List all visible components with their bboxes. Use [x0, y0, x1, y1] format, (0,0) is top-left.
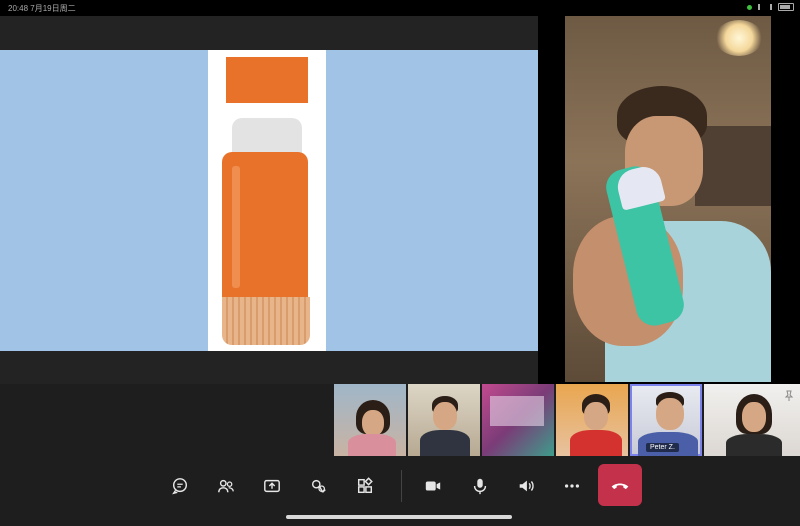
- background-shelf: [695, 126, 771, 206]
- people-button[interactable]: [214, 474, 238, 498]
- hang-up-button[interactable]: [598, 464, 642, 506]
- glue-stick-cap: [226, 57, 308, 103]
- participant-tile[interactable]: [482, 384, 554, 456]
- camera-icon: [425, 481, 441, 491]
- home-indicator: [286, 515, 512, 519]
- controls-divider: [401, 470, 402, 502]
- wifi-icon: [758, 4, 772, 10]
- participant-background: [490, 396, 544, 426]
- participant-shirt: [348, 434, 396, 456]
- camera-button[interactable]: [421, 474, 445, 498]
- ceiling-lamp: [715, 20, 763, 56]
- raise-hand-button[interactable]: [307, 474, 331, 498]
- share-icon: [264, 479, 280, 493]
- participant-name-label: Peter Z.: [646, 443, 679, 452]
- participant-tile[interactable]: [408, 384, 480, 456]
- people-icon: [218, 479, 234, 493]
- stage-top-bar: [0, 16, 538, 50]
- battery-icon: [778, 3, 794, 11]
- presenter-video[interactable]: [565, 16, 771, 382]
- more-icon: [564, 484, 580, 488]
- glue-stick-body: [222, 152, 308, 300]
- hang-up-icon: [611, 483, 629, 490]
- recording-dot-icon: [747, 4, 752, 10]
- microphone-icon: [473, 478, 487, 495]
- pin-icon[interactable]: [784, 390, 794, 402]
- apps-icon: [357, 477, 373, 494]
- raise-hand-icon: [311, 479, 326, 493]
- participant-tile[interactable]: [334, 384, 406, 456]
- participant-face: [656, 398, 684, 430]
- participant-shirt: [570, 430, 622, 456]
- speaker-button[interactable]: [514, 474, 538, 498]
- participant-shirt: [726, 434, 782, 456]
- apps-button[interactable]: [353, 474, 377, 498]
- participant-shirt: [420, 430, 470, 456]
- status-time: 20:48 7月19日周二: [8, 3, 76, 14]
- status-icons: [747, 3, 794, 11]
- chat-icon: [172, 478, 188, 495]
- time-text: 20:48: [8, 4, 29, 13]
- participant-face: [742, 402, 766, 432]
- glue-stick-base: [222, 297, 310, 345]
- microphone-button[interactable]: [468, 474, 492, 498]
- participant-face: [433, 402, 457, 430]
- more-options-button[interactable]: [560, 474, 584, 498]
- participant-tile[interactable]: [556, 384, 628, 456]
- share-screen-button[interactable]: [260, 474, 284, 498]
- participant-face: [584, 402, 608, 430]
- shared-screen[interactable]: [0, 50, 538, 351]
- chat-button[interactable]: [168, 474, 192, 498]
- stage-bottom-bar: [0, 351, 538, 384]
- participant-tile-active[interactable]: Peter Z.: [630, 384, 702, 456]
- date-text: 7月19日周二: [30, 4, 76, 13]
- participant-tile[interactable]: [704, 384, 800, 456]
- participant-face: [362, 410, 384, 436]
- status-bar: 20:48 7月19日周二: [0, 0, 800, 16]
- speaker-icon: [519, 480, 534, 492]
